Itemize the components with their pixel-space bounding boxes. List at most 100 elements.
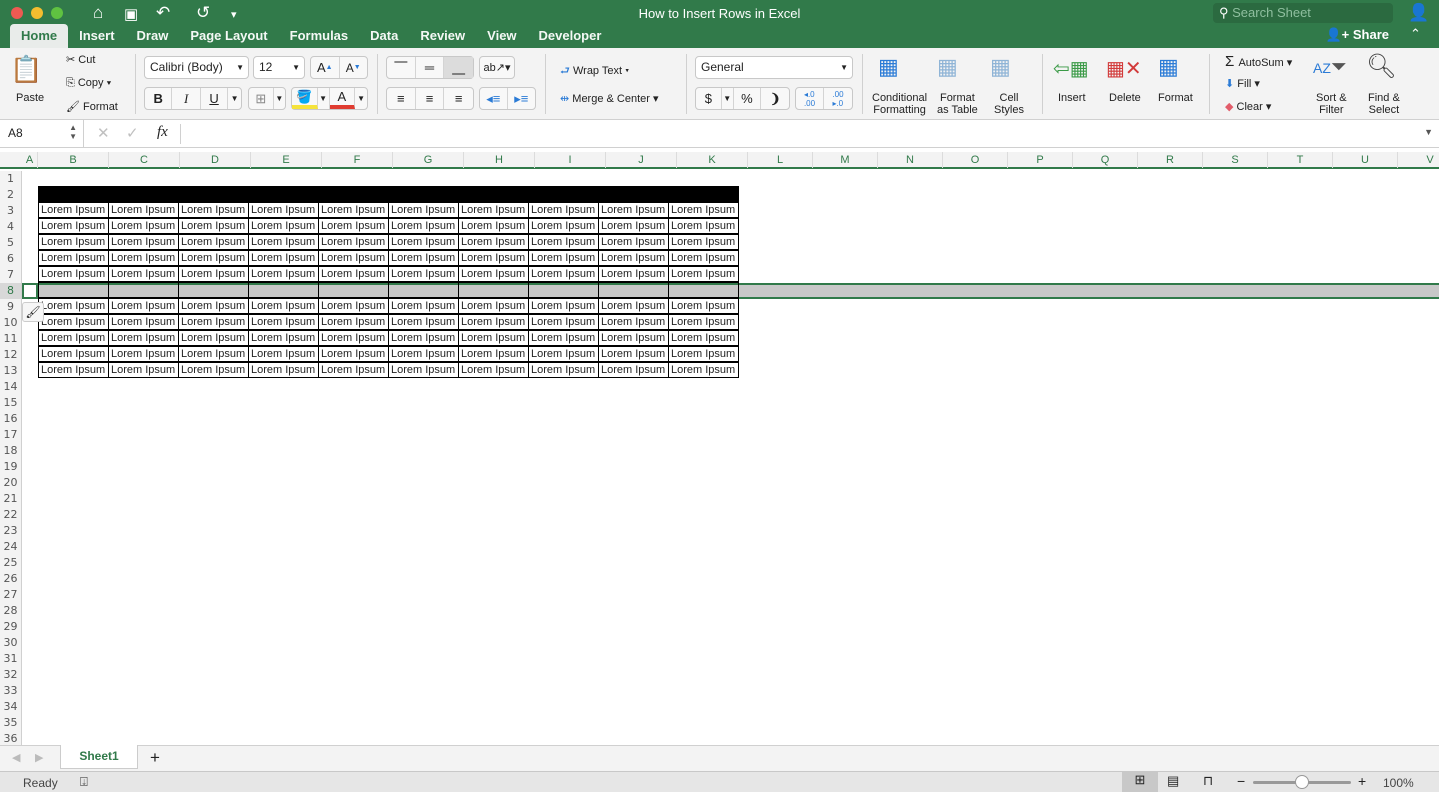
zoom-in-button[interactable]: + [1358,773,1366,789]
header-cell[interactable] [388,186,459,202]
table-cell[interactable]: Lorem Ipsum [598,314,669,330]
tab-draw[interactable]: Draw [126,24,180,48]
fill-color-icon[interactable]: 🪣 [292,88,318,109]
percent-button[interactable]: % [734,88,762,109]
conditional-formatting-button[interactable]: Conditional Formatting [872,92,927,116]
currency-button[interactable]: $ [696,88,722,109]
row-header-22[interactable]: 22 [0,507,21,523]
row-header-1[interactable]: 1 [0,171,21,187]
cut-button[interactable]: ✂ Cut [66,53,95,66]
table-cell[interactable]: Lorem Ipsum [598,266,669,282]
row-header-8[interactable]: 8 [0,283,21,299]
table-cell[interactable]: Lorem Ipsum [318,218,389,234]
table-cell[interactable]: Lorem Ipsum [528,298,599,314]
table-cell[interactable]: Lorem Ipsum [528,346,599,362]
table-cell[interactable]: Lorem Ipsum [388,298,459,314]
column-header-b[interactable]: B [38,152,109,168]
increase-decimal-icon[interactable]: ◂.0.00 [796,88,825,109]
table-cell[interactable]: Lorem Ipsum [528,218,599,234]
align-top-button[interactable]: ⎺ [387,57,416,78]
format-cells-icon[interactable]: ▦ [1158,54,1179,80]
increase-font-size-button[interactable]: A ▲ [311,57,340,78]
table-cell[interactable]: Lorem Ipsum [178,314,249,330]
row-header-17[interactable]: 17 [0,427,21,443]
italic-button[interactable]: I [172,88,201,109]
row-header-15[interactable]: 15 [0,395,21,411]
table-cell[interactable]: Lorem Ipsum [108,250,179,266]
blank-cell[interactable] [458,282,529,298]
column-header-u[interactable]: U [1333,152,1398,168]
table-cell[interactable]: Lorem Ipsum [668,298,739,314]
table-cell[interactable]: Lorem Ipsum [318,330,389,346]
column-header-q[interactable]: Q [1073,152,1138,168]
table-cell[interactable]: Lorem Ipsum [248,346,319,362]
blank-cell[interactable] [388,282,459,298]
row-header-11[interactable]: 11 [0,331,21,347]
format-cells-button[interactable]: Format [1158,92,1193,104]
table-cell[interactable]: Lorem Ipsum [38,218,109,234]
table-cell[interactable]: Lorem Ipsum [248,314,319,330]
table-cell[interactable]: Lorem Ipsum [388,314,459,330]
column-header-o[interactable]: O [943,152,1008,168]
table-cell[interactable]: Lorem Ipsum [318,250,389,266]
format-painter-button[interactable]: 🖌 Format [66,100,118,113]
cell-styles-icon[interactable]: ▦ [990,54,1011,80]
table-cell[interactable]: Lorem Ipsum [108,330,179,346]
paste-button[interactable]: Paste [16,92,44,104]
find-select-button[interactable]: Find & Select [1368,92,1400,116]
blank-cell[interactable] [38,282,109,298]
zoom-level[interactable]: 100% [1383,776,1414,790]
table-cell[interactable]: Lorem Ipsum [108,218,179,234]
table-cell[interactable]: Lorem Ipsum [458,234,529,250]
table-cell[interactable]: Lorem Ipsum [458,218,529,234]
table-cell[interactable]: Lorem Ipsum [458,314,529,330]
table-cell[interactable]: Lorem Ipsum [388,250,459,266]
table-cell[interactable]: Lorem Ipsum [318,234,389,250]
column-header-f[interactable]: F [322,152,393,168]
table-cell[interactable]: Lorem Ipsum [248,362,319,378]
align-right-button[interactable]: ≡ [444,88,473,109]
zoom-slider-thumb[interactable] [1295,775,1309,789]
table-cell[interactable]: Lorem Ipsum [248,298,319,314]
table-cell[interactable]: Lorem Ipsum [38,298,109,314]
column-header-t[interactable]: T [1268,152,1333,168]
table-cell[interactable]: Lorem Ipsum [598,202,669,218]
table-cell[interactable]: Lorem Ipsum [108,234,179,250]
row-header-6[interactable]: 6 [0,251,21,267]
decrease-indent-icon[interactable]: ◂≡ [480,88,508,109]
header-cell[interactable] [108,186,179,202]
enter-icon[interactable]: ✓ [126,124,139,142]
account-icon[interactable]: 👤 [1408,3,1429,23]
table-cell[interactable]: Lorem Ipsum [38,362,109,378]
format-as-table-button[interactable]: Format as Table [937,92,978,116]
row-header-31[interactable]: 31 [0,651,21,667]
header-cell[interactable] [528,186,599,202]
search-sheet-input[interactable]: ⚲ Search Sheet [1213,3,1393,23]
borders-dropdown[interactable]: ▼ [274,88,285,109]
table-cell[interactable]: Lorem Ipsum [178,298,249,314]
table-cell[interactable]: Lorem Ipsum [668,266,739,282]
row-header-29[interactable]: 29 [0,619,21,635]
row-header-4[interactable]: 4 [0,219,21,235]
fill-button[interactable]: ⬇ Fill ▾ [1225,77,1260,90]
blank-cell[interactable] [668,282,739,298]
table-cell[interactable]: Lorem Ipsum [248,234,319,250]
table-cell[interactable]: Lorem Ipsum [108,266,179,282]
expand-formula-bar-icon[interactable]: ▼ [1424,127,1433,137]
column-header-p[interactable]: P [1008,152,1073,168]
table-cell[interactable]: Lorem Ipsum [108,314,179,330]
column-header-k[interactable]: K [677,152,748,168]
column-header-l[interactable]: L [748,152,813,168]
table-cell[interactable]: Lorem Ipsum [668,250,739,266]
underline-dropdown[interactable]: ▼ [228,88,241,109]
column-header-d[interactable]: D [180,152,251,168]
orientation-icon[interactable]: ab↗▾ [480,57,514,78]
header-cell[interactable] [178,186,249,202]
table-cell[interactable]: Lorem Ipsum [388,330,459,346]
row-header-19[interactable]: 19 [0,459,21,475]
increase-indent-icon[interactable]: ▸≡ [508,88,535,109]
decrease-font-size-button[interactable]: A ▼ [340,57,368,78]
insert-options-button[interactable]: 🖌 [22,302,44,322]
table-cell[interactable]: Lorem Ipsum [178,218,249,234]
table-cell[interactable]: Lorem Ipsum [178,266,249,282]
